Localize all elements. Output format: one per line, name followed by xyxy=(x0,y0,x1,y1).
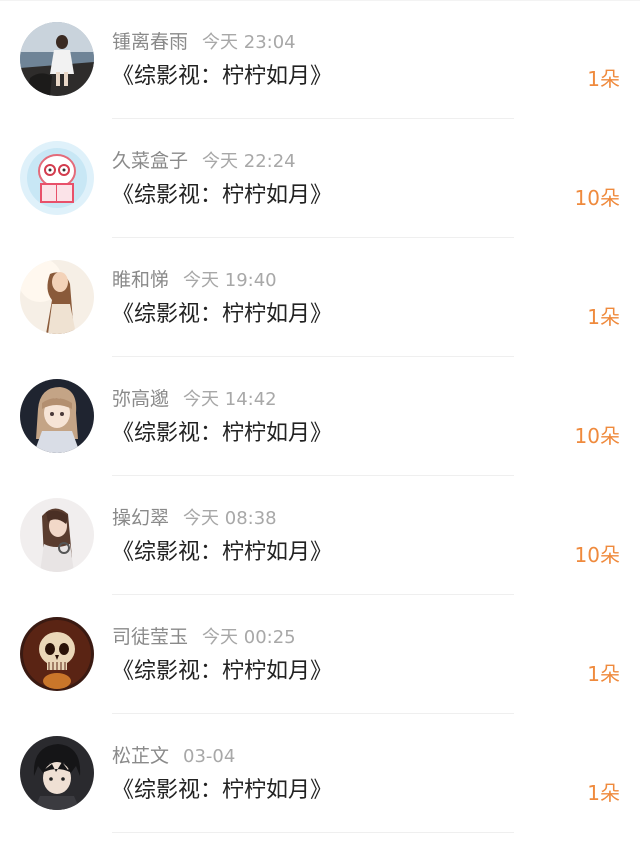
list-item[interactable]: 久菜盒子 今天 22:24 《综影视：柠柠如月》 10朵 xyxy=(0,119,640,238)
anime-boy-avatar[interactable] xyxy=(20,736,94,810)
send-time: 今天 08:38 xyxy=(183,508,277,529)
sender-info: 弥高邈 今天 14:42 xyxy=(112,386,277,412)
send-time: 今天 14:42 xyxy=(183,389,277,410)
row-divider xyxy=(112,832,514,833)
flower-count: 10朵 xyxy=(574,424,620,448)
book-title[interactable]: 《综影视：柠柠如月》 xyxy=(112,774,332,808)
book-title[interactable]: 《综影视：柠柠如月》 xyxy=(112,179,332,213)
sender-name[interactable]: 弥高邈 xyxy=(112,388,169,410)
send-time: 今天 22:24 xyxy=(202,151,296,172)
flower-count: 1朵 xyxy=(587,662,620,686)
book-title[interactable]: 《综影视：柠柠如月》 xyxy=(112,60,332,94)
book-title[interactable]: 《综影视：柠柠如月》 xyxy=(112,536,332,570)
send-time: 03-04 xyxy=(183,746,236,767)
sender-name[interactable]: 操幻翠 xyxy=(112,507,169,529)
flower-count: 1朵 xyxy=(587,67,620,91)
list-item[interactable]: 弥高邈 今天 14:42 《综影视：柠柠如月》 10朵 xyxy=(0,357,640,476)
book-title[interactable]: 《综影视：柠柠如月》 xyxy=(112,417,332,451)
list-item[interactable]: 司徒莹玉 今天 00:25 《综影视：柠柠如月》 1朵 xyxy=(0,595,640,714)
sender-name[interactable]: 睢和悌 xyxy=(112,269,169,291)
list-item[interactable]: 锺离春雨 今天 23:04 《综影视：柠柠如月》 1朵 xyxy=(0,0,640,119)
flower-count: 1朵 xyxy=(587,781,620,805)
book-title[interactable]: 《综影视：柠柠如月》 xyxy=(112,655,332,689)
send-time: 今天 23:04 xyxy=(202,32,296,53)
sender-info: 久菜盒子 今天 22:24 xyxy=(112,148,296,174)
flower-count: 10朵 xyxy=(574,186,620,210)
girl-silhouette-avatar[interactable] xyxy=(20,260,94,334)
sender-info: 锺离春雨 今天 23:04 xyxy=(112,29,296,55)
flower-count: 1朵 xyxy=(587,305,620,329)
sender-info: 松芷文 03-04 xyxy=(112,743,235,769)
list-item[interactable]: 操幻翠 今天 08:38 《综影视：柠柠如月》 10朵 xyxy=(0,476,640,595)
sender-info: 司徒莹玉 今天 00:25 xyxy=(112,624,296,650)
anime-girl-avatar[interactable] xyxy=(20,379,94,453)
send-time: 今天 19:40 xyxy=(183,270,277,291)
sender-name[interactable]: 锺离春雨 xyxy=(112,31,188,53)
sender-info: 操幻翠 今天 08:38 xyxy=(112,505,277,531)
sender-name[interactable]: 松芷文 xyxy=(112,745,169,767)
sender-info: 睢和悌 今天 19:40 xyxy=(112,267,277,293)
list-item[interactable]: 松芷文 03-04 《综影视：柠柠如月》 1朵 xyxy=(0,714,640,833)
send-time: 今天 00:25 xyxy=(202,627,296,648)
book-title[interactable]: 《综影视：柠柠如月》 xyxy=(112,298,332,332)
sender-name[interactable]: 司徒莹玉 xyxy=(112,626,188,648)
cartoon-reading-avatar[interactable] xyxy=(20,141,94,215)
list-item[interactable]: 睢和悌 今天 19:40 《综影视：柠柠如月》 1朵 xyxy=(0,238,640,357)
sender-name[interactable]: 久菜盒子 xyxy=(112,150,188,172)
girl-headphones-avatar[interactable] xyxy=(20,498,94,572)
skull-avatar[interactable] xyxy=(20,617,94,691)
girl-by-sea-avatar[interactable] xyxy=(20,22,94,96)
flower-count: 10朵 xyxy=(574,543,620,567)
gift-record-list: 锺离春雨 今天 23:04 《综影视：柠柠如月》 1朵 久菜盒子 今天 22:24 xyxy=(0,0,640,845)
